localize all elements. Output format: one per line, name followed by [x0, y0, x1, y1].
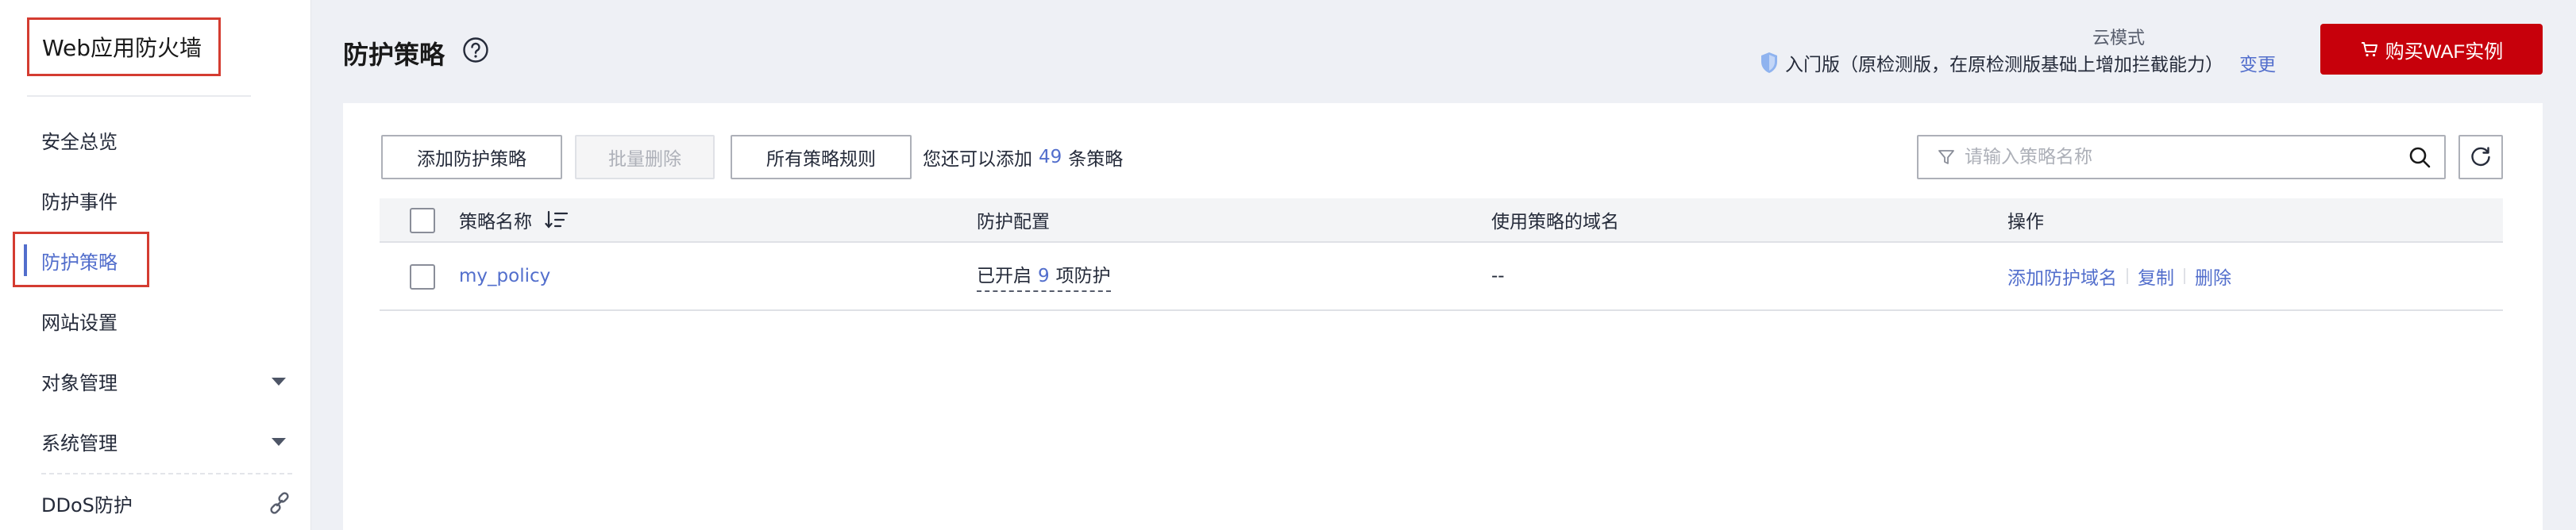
domains-cell: --	[1491, 266, 1505, 286]
copy-link[interactable]: 复制	[2138, 263, 2174, 290]
divider	[2127, 268, 2128, 284]
policy-table: 策略名称 防护配置 使用策略的域名 操作 my_policy 已开启 9 项防护…	[380, 198, 2503, 311]
sidebar-item-security-overview[interactable]: 安全总览	[0, 109, 311, 170]
refresh-icon	[2471, 147, 2490, 167]
batch-delete-button[interactable]: 批量删除	[575, 135, 715, 179]
select-all-checkbox[interactable]	[410, 208, 435, 233]
sidebar-item-label: 防护策略	[41, 251, 118, 274]
policy-name-link[interactable]: my_policy	[459, 266, 550, 286]
quota-suffix: 条策略	[1068, 149, 1124, 170]
sidebar-item-label: DDoS防护	[41, 494, 133, 517]
chevron-down-icon	[272, 378, 286, 386]
divider	[27, 95, 251, 97]
search-icon[interactable]	[2408, 145, 2431, 169]
add-policy-button[interactable]: 添加防护策略	[381, 135, 562, 179]
buy-waf-label: 购买WAF实例	[2385, 40, 2504, 63]
config-suffix: 项防护	[1055, 266, 1111, 286]
edition-info: 入门版（原检测版，在原检测版基础上增加拦截能力） 变更	[1760, 49, 2276, 76]
table-row: my_policy 已开启 9 项防护 -- 添加防护域名 复制 删除	[380, 243, 2503, 311]
mode-label: 云模式	[2092, 29, 2145, 48]
sidebar-item-label: 安全总览	[41, 130, 118, 153]
actions-cell: 添加防护域名 复制 删除	[2007, 243, 2231, 309]
add-domain-link[interactable]: 添加防护域名	[2007, 263, 2117, 290]
quota-prefix: 您还可以添加	[923, 149, 1032, 170]
product-title: Web应用防火墙	[27, 17, 221, 76]
policy-search	[1917, 135, 2446, 179]
chevron-down-icon	[272, 438, 286, 446]
config-prefix: 已开启	[977, 266, 1032, 286]
column-header-actions: 操作	[2007, 212, 2044, 232]
sidebar-item-events[interactable]: 防护事件	[0, 170, 311, 230]
sidebar-item-object-management[interactable]: 对象管理	[0, 351, 311, 411]
sidebar: Web应用防火墙 安全总览 防护事件 防护策略 网站设置 对象管理 系统管理 D…	[0, 0, 311, 530]
config-count: 9	[1038, 266, 1050, 286]
sidebar-item-site-settings[interactable]: 网站设置	[0, 290, 311, 351]
divider	[2184, 268, 2185, 284]
table-header: 策略名称 防护配置 使用策略的域名 操作	[380, 198, 2503, 243]
buy-waf-button[interactable]: 购买WAF实例	[2320, 24, 2543, 75]
protection-summary[interactable]: 已开启 9 项防护	[977, 260, 1111, 292]
row-checkbox[interactable]	[410, 264, 435, 290]
sort-icon[interactable]	[545, 209, 569, 230]
sidebar-item-label: 系统管理	[41, 432, 118, 455]
all-rules-button[interactable]: 所有策略规则	[731, 135, 912, 179]
shield-icon	[1761, 52, 1777, 73]
cart-icon	[2361, 42, 2377, 57]
sidebar-item-label: 对象管理	[41, 371, 118, 394]
column-label: 策略名称	[459, 212, 532, 232]
waf-console: Web应用防火墙 安全总览 防护事件 防护策略 网站设置 对象管理 系统管理 D…	[0, 0, 2576, 530]
search-input[interactable]	[1965, 147, 2408, 167]
help-icon[interactable]	[462, 36, 489, 63]
sidebar-item-label: 网站设置	[41, 311, 118, 334]
filter-icon	[1938, 150, 1954, 164]
column-header-name: 策略名称	[459, 198, 569, 241]
sidebar-item-label: 防护事件	[41, 190, 118, 213]
policy-name-cell: my_policy	[459, 243, 550, 309]
delete-link[interactable]: 删除	[2195, 263, 2231, 290]
refresh-button[interactable]	[2458, 135, 2503, 179]
sidebar-item-system-management[interactable]: 系统管理	[0, 411, 311, 471]
quota-text: 您还可以添加 49 条策略	[923, 135, 1123, 179]
column-header-domains: 使用策略的域名	[1491, 212, 1619, 232]
column-header-config: 防护配置	[977, 212, 1050, 232]
change-edition-link[interactable]: 变更	[2239, 49, 2276, 76]
edition-text: 入门版（原检测版，在原检测版基础上增加拦截能力）	[1785, 55, 2223, 75]
sidebar-item-ddos[interactable]: DDoS防护	[0, 473, 311, 530]
config-cell: 已开启 9 项防护	[977, 243, 1111, 309]
sidebar-item-policies[interactable]: 防护策略	[0, 230, 311, 290]
page-title: 防护策略	[343, 40, 445, 70]
policy-card: 添加防护策略 批量删除 所有策略规则 您还可以添加 49 条策略 请输入策略名称…	[343, 103, 2543, 530]
quota-count: 49	[1039, 147, 1062, 167]
link-icon	[270, 492, 289, 514]
